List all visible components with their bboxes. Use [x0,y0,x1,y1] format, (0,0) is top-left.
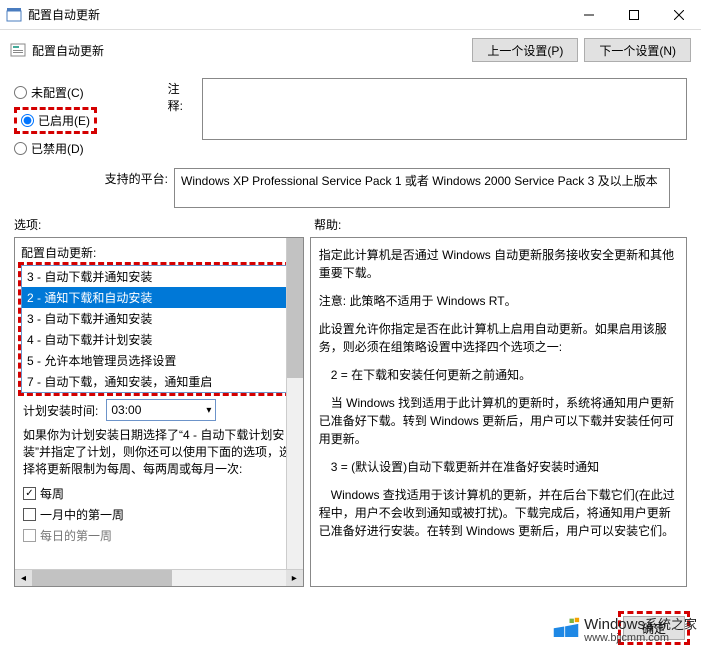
help-label: 帮助: [314,216,341,233]
update-mode-dropdown[interactable]: 3 - 自动下载并通知安装 2 - 通知下载和自动安装 3 - 自动下载并通知安… [21,265,297,393]
dropdown-label: 配置自动更新: [15,238,303,265]
checkbox-icon: ✓ [23,487,36,500]
dropdown-option[interactable]: 5 - 允许本地管理员选择设置 [22,350,296,371]
prev-setting-button[interactable]: 上一个设置(P) [472,38,578,62]
policy-icon [10,42,26,58]
options-panel: 配置自动更新: 3 - 自动下载并通知安装 2 - 通知下载和自动安装 3 - … [14,237,304,587]
window-title: 配置自动更新 [28,6,566,23]
dropdown-option[interactable]: 3 - 自动下载并通知安装 [22,266,296,287]
options-description: 如果你为计划安装日期选择了“4 - 自动下载计划安装”并指定了计划，则你还可以使… [15,427,303,483]
scroll-left-icon[interactable]: ◂ [15,570,32,586]
comment-textarea[interactable] [202,78,687,140]
watermark: Windows系统之家 www.bjjcmm.com [552,616,697,644]
help-panel[interactable]: 指定此计算机是否通过 Windows 自动更新服务接收安全更新和其他重要下载。 … [310,237,687,587]
comment-label: 注释: [168,78,195,140]
checkbox-weekly[interactable]: ✓ 每周 [15,483,303,504]
checkbox-label: 每日的第一周 [40,527,112,544]
checkbox-third[interactable]: 每日的第一周 [15,525,303,546]
platform-label: 支持的平台: [105,172,168,186]
help-paragraph: 注意: 此策略不适用于 Windows RT。 [319,292,678,310]
dropdown-option[interactable]: 3 - 自动下载并通知安装 [22,308,296,329]
help-paragraph: 2 = 在下载和安装任何更新之前通知。 [319,366,678,384]
toolbar: 配置自动更新 上一个设置(P) 下一个设置(N) [0,30,701,70]
time-select[interactable]: 03:00 ▾ [106,399,216,421]
scroll-right-icon[interactable]: ▸ [286,570,303,586]
help-paragraph: 此设置允许你指定是否在此计算机上启用自动更新。如果启用该服务，则必须在组策略设置… [319,320,678,356]
options-label: 选项: [14,216,314,233]
options-vertical-scrollbar[interactable] [286,238,303,569]
checkbox-label: 每周 [40,485,64,502]
minimize-button[interactable] [566,0,611,29]
radio-label: 已禁用(D) [31,140,84,157]
toolbar-title: 配置自动更新 [32,42,466,59]
app-icon [6,7,22,23]
checkbox-icon [23,508,36,521]
titlebar: 配置自动更新 [0,0,701,30]
time-value: 03:00 [111,403,141,417]
maximize-button[interactable] [611,0,656,29]
checkbox-label: 一月中的第一周 [40,506,124,523]
help-paragraph: 当 Windows 找到适用于此计算机的更新时，系统将通知用户更新已准备好下载。… [319,394,678,448]
close-button[interactable] [656,0,701,29]
radio-not-configured[interactable]: 未配置(C) [14,78,168,106]
time-label: 计划安装时间: [23,402,98,419]
help-paragraph: 指定此计算机是否通过 Windows 自动更新服务接收安全更新和其他重要下载。 [319,246,678,282]
watermark-brand: Windows [584,616,645,633]
watermark-sub: 系统之家 [645,617,697,632]
radio-label: 已启用(E) [38,112,90,129]
help-paragraph: 3 = (默认设置)自动下载更新并在准备好安装时通知 [319,458,678,476]
windows-logo-icon [552,616,580,644]
radio-label: 未配置(C) [31,84,84,101]
dropdown-option[interactable]: 7 - 自动下载，通知安装，通知重启 [22,371,296,392]
chevron-down-icon: ▾ [206,405,211,416]
next-setting-button[interactable]: 下一个设置(N) [584,38,691,62]
options-horizontal-scrollbar[interactable]: ◂ ▸ [15,569,303,586]
platform-text: Windows XP Professional Service Pack 1 或… [181,174,658,188]
watermark-url: www.bjjcmm.com [584,632,697,644]
dropdown-option[interactable]: 4 - 自动下载并计划安装 [22,329,296,350]
radio-disabled[interactable]: 已禁用(D) [14,134,168,162]
help-paragraph: Windows 查找适用于该计算机的更新，并在后台下载它们(在此过程中，用户不会… [319,486,678,540]
radio-enabled[interactable]: 已启用(E) [14,107,97,134]
checkbox-icon [23,529,36,542]
checkbox-first-week[interactable]: 一月中的第一周 [15,504,303,525]
dropdown-option-selected[interactable]: 2 - 通知下载和自动安装 [22,287,296,308]
platform-box[interactable]: Windows XP Professional Service Pack 1 或… [174,168,670,208]
